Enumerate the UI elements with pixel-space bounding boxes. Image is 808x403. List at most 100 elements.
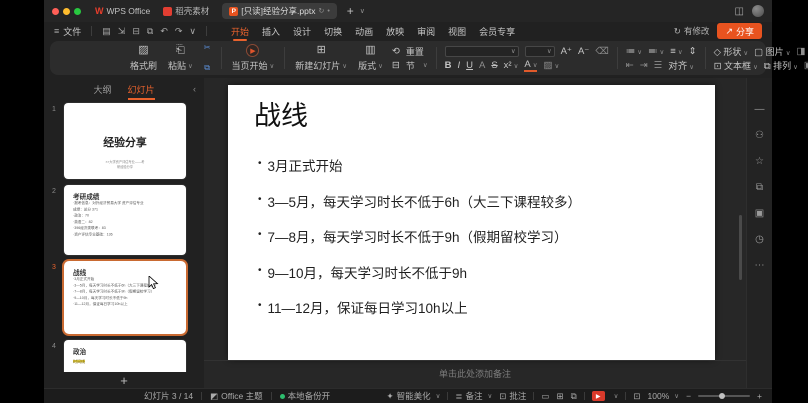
arrange-button[interactable]: ⧉ 排列∨ [764,59,798,72]
reset-button[interactable]: ⟲重置 [392,44,428,58]
menu-item-5[interactable]: 放映 [386,23,404,40]
theme-indicator[interactable]: ◩Office 主题 [210,390,262,402]
char-spacing-icon[interactable]: A [479,60,485,71]
slide-thumbnail-4[interactable]: 政治时间线·7月，跟着课程完成第一遍基础学习，配套练习巩固 [64,340,186,372]
tab-docer[interactable]: 稻壳素材 [156,3,216,19]
save-icon[interactable]: ▤ [102,26,111,37]
indent-decrease-icon[interactable]: ⇤ [626,60,634,71]
notes-button[interactable]: ≣备注∨ [455,390,492,402]
more-tools-icon[interactable]: ⋯ [755,260,765,271]
format-painter-button[interactable]: ▨ 格式刷 [128,43,159,73]
bold-button[interactable]: B [445,60,452,71]
history-icon[interactable]: ◷ [755,234,764,245]
textbox-button[interactable]: ⊡ 文本框∨ [714,59,758,72]
media-button[interactable]: ◨∨ [796,46,808,57]
text-direction-button[interactable]: ⇕ [689,46,697,57]
increase-font-icon[interactable]: A⁺ [561,46,572,57]
image-tools-icon[interactable]: ▣ [755,208,764,219]
zoom-slider[interactable] [698,395,750,397]
tab-document[interactable]: P [只读]经验分享.pptx ↻ • [222,3,336,19]
zoom-slider-knob[interactable] [719,393,725,399]
menu-item-8[interactable]: 会员专享 [479,23,515,40]
font-name-select[interactable]: ∨ [445,46,519,57]
shapes-button[interactable]: ◇ 形状∨ [714,45,749,58]
decrease-font-icon[interactable]: A⁻ [578,46,589,57]
minimize-button[interactable] [63,8,70,15]
undo-icon[interactable]: ↶ [160,26,168,37]
menu-item-2[interactable]: 设计 [293,23,311,40]
fit-screen-icon[interactable]: ⊡ [633,391,640,402]
print-icon[interactable]: ⊟ [132,26,140,37]
avatar[interactable] [752,5,764,17]
layout-button[interactable]: ▥ 版式∨ [356,43,385,73]
new-slide-button[interactable]: ⊞ 新建幻灯片∨ [293,43,349,73]
theme-icon: ◩ [210,391,218,402]
redo-icon[interactable]: ↷ [175,26,183,37]
menu-item-4[interactable]: 动画 [355,23,373,40]
play-from-current-button[interactable]: ▶ 当页开始∨ [230,43,277,73]
superscript-button[interactable]: x²∨ [504,60,519,71]
font-color-button[interactable]: A∨ [524,59,537,72]
collapse-panel-icon[interactable]: ‹ [193,84,196,94]
align-text-icon[interactable]: ☰ [654,60,663,71]
font-size-select[interactable]: ∨ [525,46,555,57]
strikethrough-button[interactable]: S [491,60,497,71]
split-view-icon[interactable]: ◫ [735,6,744,17]
align-button[interactable]: 对齐∨ [668,58,694,72]
paste-button[interactable]: ⎗ 粘贴∨ [166,43,195,73]
menu-item-7[interactable]: 视图 [448,23,466,40]
line-spacing-button[interactable]: ≡∨ [670,46,682,57]
file-menu[interactable]: ≡ 文件 [54,25,81,38]
indent-increase-icon[interactable]: ⇥ [640,60,648,71]
slide-thumbnail-2[interactable]: 考研成绩·报考信息：对外经济贸易大学 资产评估专业成绩：总分 371·政治：70… [64,185,186,255]
normal-view-icon[interactable]: ▭ [541,391,549,402]
zoom-level[interactable]: 100%∨ [648,391,680,401]
notes-area[interactable]: 单击此处添加备注 [204,360,746,388]
share-button[interactable]: ↗ 分享 [717,23,762,39]
menu-item-0[interactable]: 开始 [231,23,249,40]
slideshow-play-button[interactable]: ▶ [592,391,605,401]
section-button[interactable]: ⊟节∨ [392,58,428,72]
highlight-color-button[interactable]: ▨∨ [543,60,559,71]
slide-title[interactable]: 战线 [254,94,308,133]
new-tab-button[interactable]: + [347,4,354,18]
collapse-right-icon[interactable]: — [755,104,765,115]
backup-indicator[interactable]: 本地备份开 [280,390,331,402]
comments-button[interactable]: ⊡批注 [499,390,526,402]
zoom-in-button[interactable]: + [757,391,762,401]
menu-item-6[interactable]: 审阅 [417,23,435,40]
maximize-button[interactable] [74,8,81,15]
underline-button[interactable]: U [466,60,473,71]
preview-icon[interactable]: ⧉ [147,26,153,37]
close-button[interactable] [52,8,59,15]
slide-thumbnail-1[interactable]: 经验分享××大学资产评估专业——考研经验分享 [64,103,186,179]
italic-button[interactable]: I [457,60,460,71]
slide-editor[interactable]: 战线 •3月正式开始•3—5月，每天学习时长不低于6h（大三下课程较多）•7—8… [228,85,715,360]
slideshow-options-icon[interactable]: ∨ [614,392,619,400]
tab-outline[interactable]: 大纲 [93,83,111,96]
menu-item-1[interactable]: 插入 [262,23,280,40]
copy-icon[interactable]: ⧉ [204,64,210,72]
more-actions-chevron-icon[interactable]: ∨ [189,26,196,37]
tab-list-chevron-icon[interactable]: ∨ [360,7,365,15]
slide-tools-icon[interactable]: ⧉ [756,182,763,193]
numbered-list-button[interactable]: ≕∨ [648,46,664,57]
add-slide-button[interactable]: + [44,372,204,388]
cut-icon[interactable]: ✂ [204,44,211,52]
slide-thumbnail-3[interactable]: 战线·3月正式开始·3—5月，每天学习时长不低于6h（大三下课程较多）·7—8月… [64,261,186,334]
reading-view-icon[interactable]: ⧉ [571,391,577,402]
tab-slides[interactable]: 幻灯片 [128,83,155,96]
clear-format-icon[interactable]: ⌫ [595,46,608,57]
profile-tool-icon[interactable]: ⚇ [755,130,764,141]
slide-sorter-icon[interactable]: ⊞ [556,391,563,402]
bullet-list-button[interactable]: ≔∨ [626,46,642,57]
canvas-scrollbar[interactable] [739,215,742,280]
fill-button[interactable]: ▣∨ [804,60,808,71]
slide-body[interactable]: •3月正式开始•3—5月，每天学习时长不低于6h（大三下课程较多）•7—8月，每… [258,155,695,333]
picture-button[interactable]: ▢ 图片∨ [754,45,790,58]
zoom-out-button[interactable]: − [686,391,691,401]
beautify-button[interactable]: ✦智能美化∨ [386,390,440,402]
menu-item-3[interactable]: 切换 [324,23,342,40]
favorites-icon[interactable]: ☆ [755,156,764,167]
export-icon[interactable]: ⇲ [118,26,126,37]
